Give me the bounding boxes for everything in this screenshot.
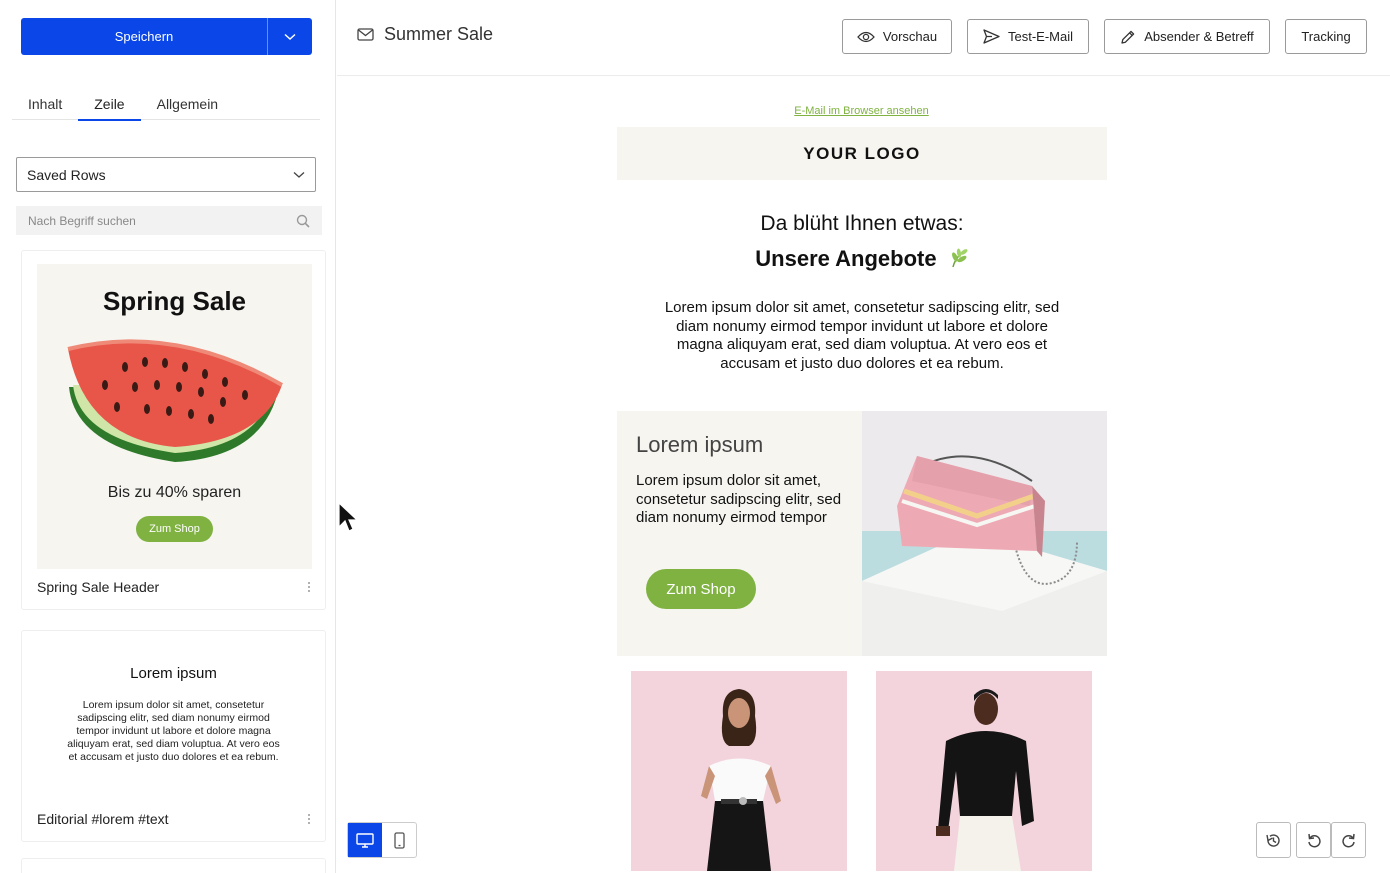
- preview-body: Lorem ipsum dolor sit amet, consetetur s…: [67, 699, 280, 763]
- leaf-icon: [951, 248, 968, 268]
- save-options-button[interactable]: [267, 18, 312, 55]
- mobile-icon: [393, 831, 405, 849]
- email-subject-text: Summer Sale: [384, 24, 494, 44]
- view-mode-toggle: [347, 822, 417, 858]
- eye-icon: [857, 31, 875, 42]
- search-placeholder: Nach Begriff suchen: [28, 213, 136, 228]
- email-canvas: E-Mail im Browser ansehen YOUR LOGO Da b…: [337, 77, 1390, 873]
- tab-inhalt[interactable]: Inhalt: [12, 88, 78, 120]
- preview-title: Spring Sale: [102, 286, 247, 316]
- view-in-browser-link[interactable]: E-Mail im Browser ansehen: [337, 105, 1386, 117]
- history-icon: [1266, 833, 1280, 847]
- tracking-button-label: Tracking: [1301, 29, 1351, 44]
- promo-text: Lorem ipsum dolor sit amet, consetetur s…: [636, 472, 842, 526]
- saved-row-card[interactable]: Spring Sale Bis zu 40% sparen Zum Shop S…: [21, 250, 326, 610]
- email-subject: Summer Sale: [357, 24, 493, 45]
- handbag-image: [862, 411, 1107, 656]
- mouse-cursor-icon: [338, 502, 358, 532]
- preview-title: Lorem ipsum: [130, 665, 217, 682]
- envelope-icon: [357, 28, 374, 41]
- more-options-icon[interactable]: [307, 582, 311, 592]
- undo-button[interactable]: [1296, 822, 1331, 858]
- desktop-view-button[interactable]: [348, 823, 382, 857]
- model-image-man[interactable]: [876, 671, 1092, 871]
- search-icon: [296, 214, 310, 228]
- save-button[interactable]: Speichern: [21, 18, 267, 55]
- preview-button[interactable]: Vorschau: [842, 19, 952, 54]
- sidebar-tabs: Inhalt Zeile Allgemein: [12, 88, 320, 121]
- saved-row-preview: Spring Sale Bis zu 40% sparen Zum Shop: [37, 264, 312, 569]
- chevron-down-icon: [284, 33, 296, 40]
- saved-row-label: Editorial #lorem #text: [37, 811, 169, 827]
- send-icon: [983, 29, 1000, 44]
- sender-subject-button[interactable]: Absender & Betreff: [1104, 19, 1270, 54]
- pencil-icon: [1121, 30, 1135, 44]
- desktop-icon: [356, 832, 374, 848]
- row-search-input[interactable]: Nach Begriff suchen: [16, 206, 322, 235]
- email-logo[interactable]: YOUR LOGO: [617, 127, 1107, 180]
- topbar: Summer Sale Vorschau Test-E-Mail Absende…: [337, 0, 1390, 76]
- sidebar: Speichern Inhalt Zeile Allgemein Saved R…: [0, 0, 336, 873]
- row-type-select-value: Saved Rows: [27, 166, 106, 183]
- woman-model-image: [631, 671, 847, 871]
- preview-button-label: Vorschau: [882, 29, 938, 44]
- saved-row-label: Spring Sale Header: [37, 579, 160, 595]
- redo-button[interactable]: [1331, 822, 1366, 858]
- promo-heading: Lorem ipsum: [636, 432, 764, 457]
- promo-shop-button[interactable]: Zum Shop: [646, 569, 756, 609]
- email-editor: Speichern Inhalt Zeile Allgemein Saved R…: [0, 0, 1390, 873]
- more-options-icon[interactable]: [307, 814, 311, 824]
- tracking-button[interactable]: Tracking: [1285, 19, 1367, 54]
- email-subheadline[interactable]: Unsere Angebote: [617, 246, 1107, 272]
- test-email-button-label: Test-E-Mail: [1007, 29, 1073, 44]
- row-type-select[interactable]: Saved Rows: [16, 157, 316, 192]
- saved-row-card[interactable]: [21, 858, 326, 873]
- tab-zeile[interactable]: Zeile: [78, 88, 141, 121]
- preview-shop-button: Zum Shop: [136, 516, 213, 542]
- email-intro-text[interactable]: Lorem ipsum dolor sit amet, consetetur s…: [652, 299, 1072, 373]
- save-button-group: Speichern: [21, 18, 312, 55]
- promo-row[interactable]: Lorem ipsum Lorem ipsum dolor sit amet, …: [617, 411, 1107, 656]
- redo-icon: [1341, 833, 1355, 848]
- mobile-view-button[interactable]: [382, 823, 416, 857]
- undo-icon: [1307, 833, 1321, 848]
- sender-subject-button-label: Absender & Betreff: [1144, 29, 1254, 44]
- preview-subtitle: Bis zu 40% sparen: [107, 484, 242, 501]
- model-image-woman[interactable]: [631, 671, 847, 871]
- saved-row-card[interactable]: Lorem ipsum Lorem ipsum dolor sit amet, …: [21, 630, 326, 842]
- test-email-button[interactable]: Test-E-Mail: [967, 19, 1089, 54]
- watermelon-image: [67, 339, 284, 462]
- history-button[interactable]: [1256, 822, 1291, 858]
- email-subheadline-text: Unsere Angebote: [755, 246, 937, 271]
- email-headline[interactable]: Da blüht Ihnen etwas:: [617, 212, 1107, 236]
- tab-allgemein[interactable]: Allgemein: [141, 88, 234, 120]
- chevron-down-icon: [293, 171, 305, 178]
- man-model-image: [876, 671, 1092, 871]
